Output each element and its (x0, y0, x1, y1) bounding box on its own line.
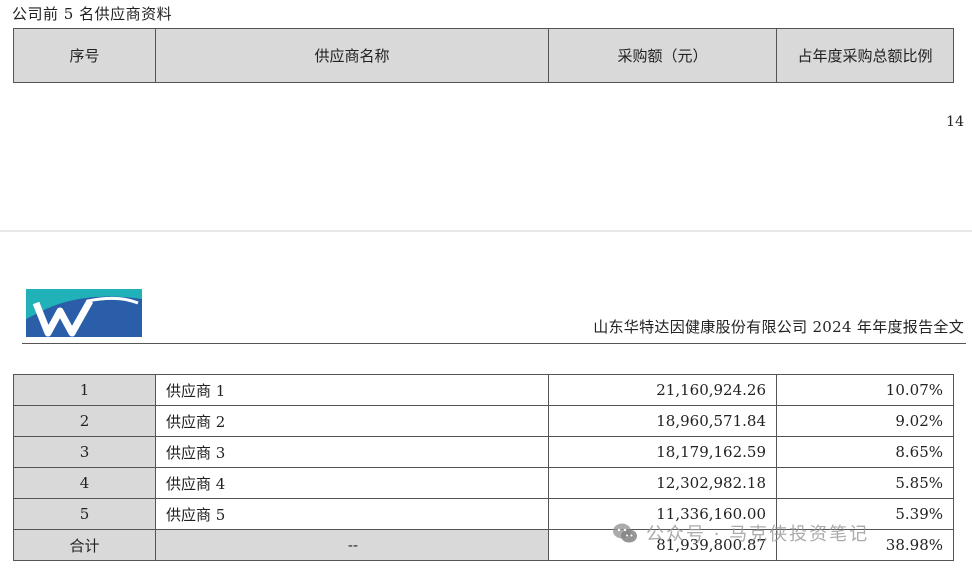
cell-amount: 21,160,924.26 (548, 374, 777, 406)
cell-index: 4 (13, 467, 156, 499)
supplier-table-body: 1 供应商 1 21,160,924.26 10.07% 2 供应商 2 18,… (13, 374, 954, 561)
cell-percent: 10.07% (776, 374, 954, 406)
section-title: 公司前 5 名供应商资料 (12, 5, 173, 23)
column-header-supplier-name: 供应商名称 (155, 28, 549, 83)
cell-percent: 9.02% (776, 405, 954, 437)
cell-amount: 18,179,162.59 (548, 436, 777, 468)
cell-percent: 5.39% (776, 498, 954, 530)
total-percent: 38.98% (776, 529, 954, 561)
cell-amount: 11,336,160.00 (548, 498, 777, 530)
page-break-divider (0, 230, 972, 232)
cell-supplier-name: 供应商 2 (155, 405, 549, 437)
page-number: 14 (946, 114, 964, 130)
cell-index: 1 (13, 374, 156, 406)
cell-supplier-name: 供应商 1 (155, 374, 549, 406)
table-row: 1 供应商 1 21,160,924.26 10.07% (13, 374, 954, 406)
cell-index: 3 (13, 436, 156, 468)
cell-index: 2 (13, 405, 156, 437)
total-row: 合计 -- 81,939,800.87 38.98% (13, 529, 954, 561)
cell-percent: 8.65% (776, 436, 954, 468)
cell-amount: 12,302,982.18 (548, 467, 777, 499)
total-label: 合计 (13, 529, 156, 561)
cell-supplier-name: 供应商 4 (155, 467, 549, 499)
cell-index: 5 (13, 498, 156, 530)
cell-supplier-name: 供应商 3 (155, 436, 549, 468)
total-amount: 81,939,800.87 (548, 529, 777, 561)
cell-percent: 5.85% (776, 467, 954, 499)
cell-amount: 18,960,571.84 (548, 405, 777, 437)
supplier-table-header: 序号 供应商名称 采购额（元） 占年度采购总额比例 (13, 28, 954, 83)
column-header-index: 序号 (13, 28, 156, 83)
report-header-title: 山东华特达因健康股份有限公司 2024 年年度报告全文 (593, 318, 964, 336)
table-row: 2 供应商 2 18,960,571.84 9.02% (13, 405, 954, 437)
total-supplier-name: -- (155, 529, 549, 561)
cell-supplier-name: 供应商 5 (155, 498, 549, 530)
column-header-percent: 占年度采购总额比例 (776, 28, 954, 83)
table-row: 3 供应商 3 18,179,162.59 8.65% (13, 436, 954, 468)
column-header-amount: 采购额（元） (548, 28, 777, 83)
table-row: 5 供应商 5 11,336,160.00 5.39% (13, 498, 954, 530)
table-row: 4 供应商 4 12,302,982.18 5.85% (13, 467, 954, 499)
company-logo (26, 289, 142, 337)
header-rule (22, 343, 966, 344)
